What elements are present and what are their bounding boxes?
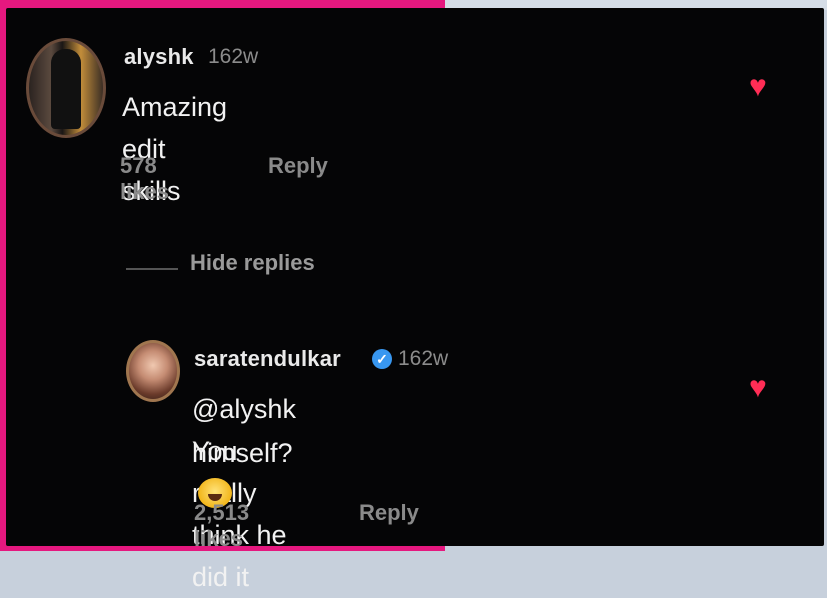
comments-screen: alyshk 162w Amazing edit skills 578 like… — [6, 8, 824, 592]
like-count[interactable]: 578 likes — [120, 153, 169, 205]
verified-badge-icon: ✓ — [372, 349, 392, 369]
avatar[interactable] — [26, 38, 106, 138]
comment-text-line2-text: himself? — [192, 438, 293, 468]
heart-icon[interactable]: ♥ — [749, 373, 767, 403]
reply-button[interactable]: Reply — [359, 500, 419, 526]
avatar[interactable] — [126, 340, 180, 402]
reply-button[interactable]: Reply — [268, 153, 328, 179]
comment-username[interactable]: alyshk — [124, 44, 194, 70]
hide-replies-button[interactable]: Hide replies — [190, 250, 315, 276]
like-count[interactable]: 2,513 likes — [194, 500, 249, 552]
heart-icon[interactable]: ♥ — [749, 72, 767, 102]
avatar-figure — [51, 49, 81, 129]
thread-line — [126, 268, 178, 270]
comment-time: 162w — [398, 347, 449, 370]
comment-username[interactable]: saratendulkar — [194, 346, 341, 372]
comment-time: 162w — [208, 45, 259, 68]
